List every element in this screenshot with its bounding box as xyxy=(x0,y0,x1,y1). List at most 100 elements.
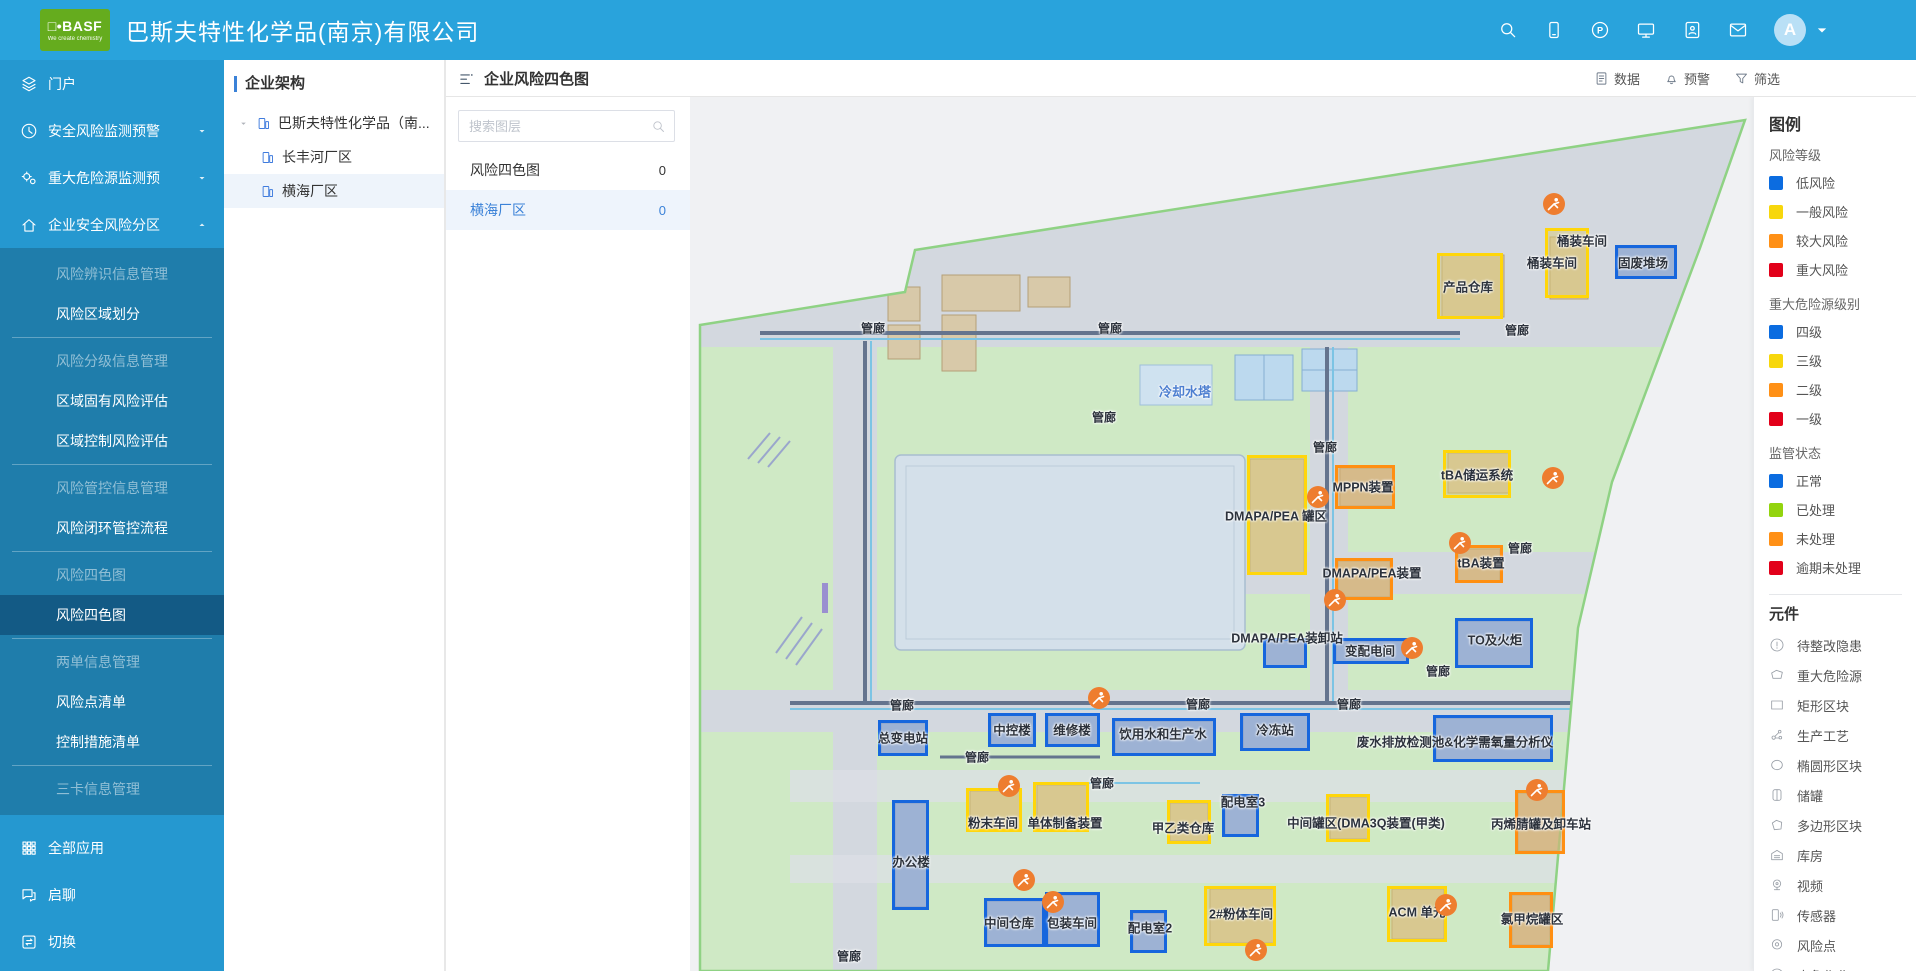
toolbar-action-筛选[interactable]: 筛选 xyxy=(1734,69,1780,88)
element-item-label: 多边形区块 xyxy=(1797,816,1862,835)
caret-icon xyxy=(196,172,208,184)
toolbar-action-数据[interactable]: 数据 xyxy=(1594,69,1640,88)
sidebar-item-安全风险监测预警[interactable]: 安全风险监测预警 xyxy=(0,107,224,154)
hazard-marker-icon[interactable] xyxy=(1401,637,1423,659)
warehouse-icon xyxy=(1769,847,1785,863)
tree-node-长丰河厂区[interactable]: 长丰河厂区 xyxy=(224,140,444,174)
logo-tagline: We create chemistry xyxy=(48,36,103,42)
map-label: DMAPA/PEA装置 xyxy=(1322,563,1421,582)
map-label: 变配电间 xyxy=(1345,641,1395,660)
hazard-marker-icon[interactable] xyxy=(1013,869,1035,891)
monitor-icon[interactable] xyxy=(1636,20,1656,40)
hazard-marker-icon[interactable] xyxy=(1245,939,1267,961)
tree-node-横海厂区[interactable]: 横海厂区 xyxy=(224,174,444,208)
sidebar-item-切换[interactable]: 切换 xyxy=(0,918,224,965)
contacts-icon[interactable] xyxy=(1682,20,1702,40)
map-label: 2#粉体车间 xyxy=(1209,904,1273,923)
phone-icon[interactable] xyxy=(1544,20,1564,40)
sidebar-item-重大危险源监测预[interactable]: 重大危险源监测预 xyxy=(0,154,224,201)
legend-item-label: 低风险 xyxy=(1796,173,1835,192)
map-label: 办公楼 xyxy=(892,852,930,871)
layer-item-风险四色图[interactable]: 风险四色图0 xyxy=(446,150,690,190)
submenu-item-风险四色图[interactable]: 风险四色图 xyxy=(0,595,224,635)
content-title-group: 企业风险四色图 xyxy=(458,60,589,97)
layer-item-横海厂区[interactable]: 横海厂区0 xyxy=(446,190,690,230)
search-input[interactable] xyxy=(469,119,651,134)
site-map-base xyxy=(690,97,1753,971)
sidebar-top: 门户安全风险监测预警重大危险源监测预企业安全风险分区 xyxy=(0,60,224,248)
map-label: 氯甲烷罐区 xyxy=(1501,909,1564,928)
map-toolbar: 数据 预警 筛选 xyxy=(1594,60,1780,97)
hazard-marker-icon[interactable] xyxy=(1449,532,1471,554)
legend-item-label: 逾期未处理 xyxy=(1796,558,1861,577)
legend-swatch xyxy=(1769,474,1783,488)
user-menu[interactable]: A xyxy=(1774,14,1832,46)
legend-title: 图例 xyxy=(1769,111,1916,135)
map-label: 管廊 xyxy=(1186,696,1210,713)
map-label: 包装车间 xyxy=(1047,913,1097,932)
avatar[interactable]: A xyxy=(1774,14,1806,46)
flag-poly-icon xyxy=(1769,667,1785,683)
hazard-marker-icon[interactable] xyxy=(1307,486,1329,508)
funnel-icon xyxy=(1734,71,1749,86)
legend-item-低风险: 低风险 xyxy=(1769,168,1916,197)
legend-item-四级: 四级 xyxy=(1769,317,1916,346)
layer-item-label: 风险四色图 xyxy=(470,160,540,180)
legend-swatch xyxy=(1769,503,1783,517)
hazard-marker-icon[interactable] xyxy=(1042,891,1064,913)
search-icon[interactable] xyxy=(1498,20,1518,40)
sidebar-item-全部应用[interactable]: 全部应用 xyxy=(0,824,224,871)
submenu-item-风险区域划分[interactable]: 风险区域划分 xyxy=(0,294,224,334)
submenu-item-风险闭环管控流程[interactable]: 风险闭环管控流程 xyxy=(0,508,224,548)
submenu-item-区域固有风险评估[interactable]: 区域固有风险评估 xyxy=(0,381,224,421)
submenu-item-三卡信息管理: 三卡信息管理 xyxy=(0,769,224,809)
element-item-库房: 库房 xyxy=(1769,840,1916,870)
submenu-item-风险分级信息管理: 风险分级信息管理 xyxy=(0,341,224,381)
legend-swatch xyxy=(1769,325,1783,339)
hazard-marker-icon[interactable] xyxy=(1526,779,1548,801)
submenu-item-风险点清单[interactable]: 风险点清单 xyxy=(0,682,224,722)
tree-node-label: 长丰河厂区 xyxy=(282,147,352,167)
hazard-marker-icon[interactable] xyxy=(1542,467,1564,489)
toolbar-action-预警[interactable]: 预警 xyxy=(1664,69,1710,88)
submenu-item-区域控制风险评估[interactable]: 区域控制风险评估 xyxy=(0,421,224,461)
map-label: DMAPA/PEA装卸站 xyxy=(1231,628,1343,647)
map-label: 管廊 xyxy=(1505,322,1529,339)
hazard-marker-icon[interactable] xyxy=(998,775,1020,797)
sidebar-item-label: 企业安全风险分区 xyxy=(48,215,160,235)
switch-icon xyxy=(20,933,38,951)
sidebar-item-启聊[interactable]: 启聊 xyxy=(0,871,224,918)
submenu-item-控制措施清单[interactable]: 控制措施清单 xyxy=(0,722,224,762)
element-item-传感器: 传感器 xyxy=(1769,900,1916,930)
map-label: 中间仓库 xyxy=(984,913,1034,932)
legend-divider xyxy=(1769,594,1902,595)
sidebar-item-门户[interactable]: 门户 xyxy=(0,60,224,107)
hazard-marker-icon[interactable] xyxy=(1324,589,1346,611)
doc-icon xyxy=(1594,71,1609,86)
element-item-label: 矩形区块 xyxy=(1797,696,1849,715)
hazard-marker-icon[interactable] xyxy=(1088,687,1110,709)
tree-node-巴斯夫特性化学品（南...[interactable]: 巴斯夫特性化学品（南... xyxy=(224,106,444,140)
org-tree: 巴斯夫特性化学品（南... 长丰河厂区横海厂区 xyxy=(224,106,444,208)
risk-map[interactable]: 产品仓库桶装车间桶装车间固废堆场冷却水塔MPPN装置tBA储运系统DMAPA/P… xyxy=(690,97,1753,971)
hazard-marker-icon[interactable] xyxy=(1435,894,1457,916)
legend-swatch xyxy=(1769,412,1783,426)
logo-text: □•BASF xyxy=(48,19,102,33)
ellipse-icon xyxy=(1769,757,1785,773)
submenu-divider xyxy=(12,765,212,766)
content-title: 企业风险四色图 xyxy=(484,68,589,89)
page-title: 巴斯夫特性化学品(南京)有限公司 xyxy=(126,13,479,47)
sidebar-item-label: 门户 xyxy=(48,74,76,94)
mail-icon[interactable] xyxy=(1728,20,1748,40)
map-label: 管廊 xyxy=(861,320,885,337)
layer-panel: 风险四色图0横海厂区0 xyxy=(445,97,690,971)
element-item-矩形区块: 矩形区块 xyxy=(1769,690,1916,720)
gears-icon xyxy=(20,169,38,187)
bell-icon xyxy=(1664,71,1679,86)
parking-icon[interactable]: P xyxy=(1590,20,1610,40)
sidebar-item-企业安全风险分区[interactable]: 企业安全风险分区 xyxy=(0,201,224,248)
legend-swatch xyxy=(1769,263,1783,277)
hazard-marker-icon[interactable] xyxy=(1543,193,1565,215)
element-item-重大危险源: 重大危险源 xyxy=(1769,660,1916,690)
element-item-风险点: 风险点 xyxy=(1769,930,1916,960)
